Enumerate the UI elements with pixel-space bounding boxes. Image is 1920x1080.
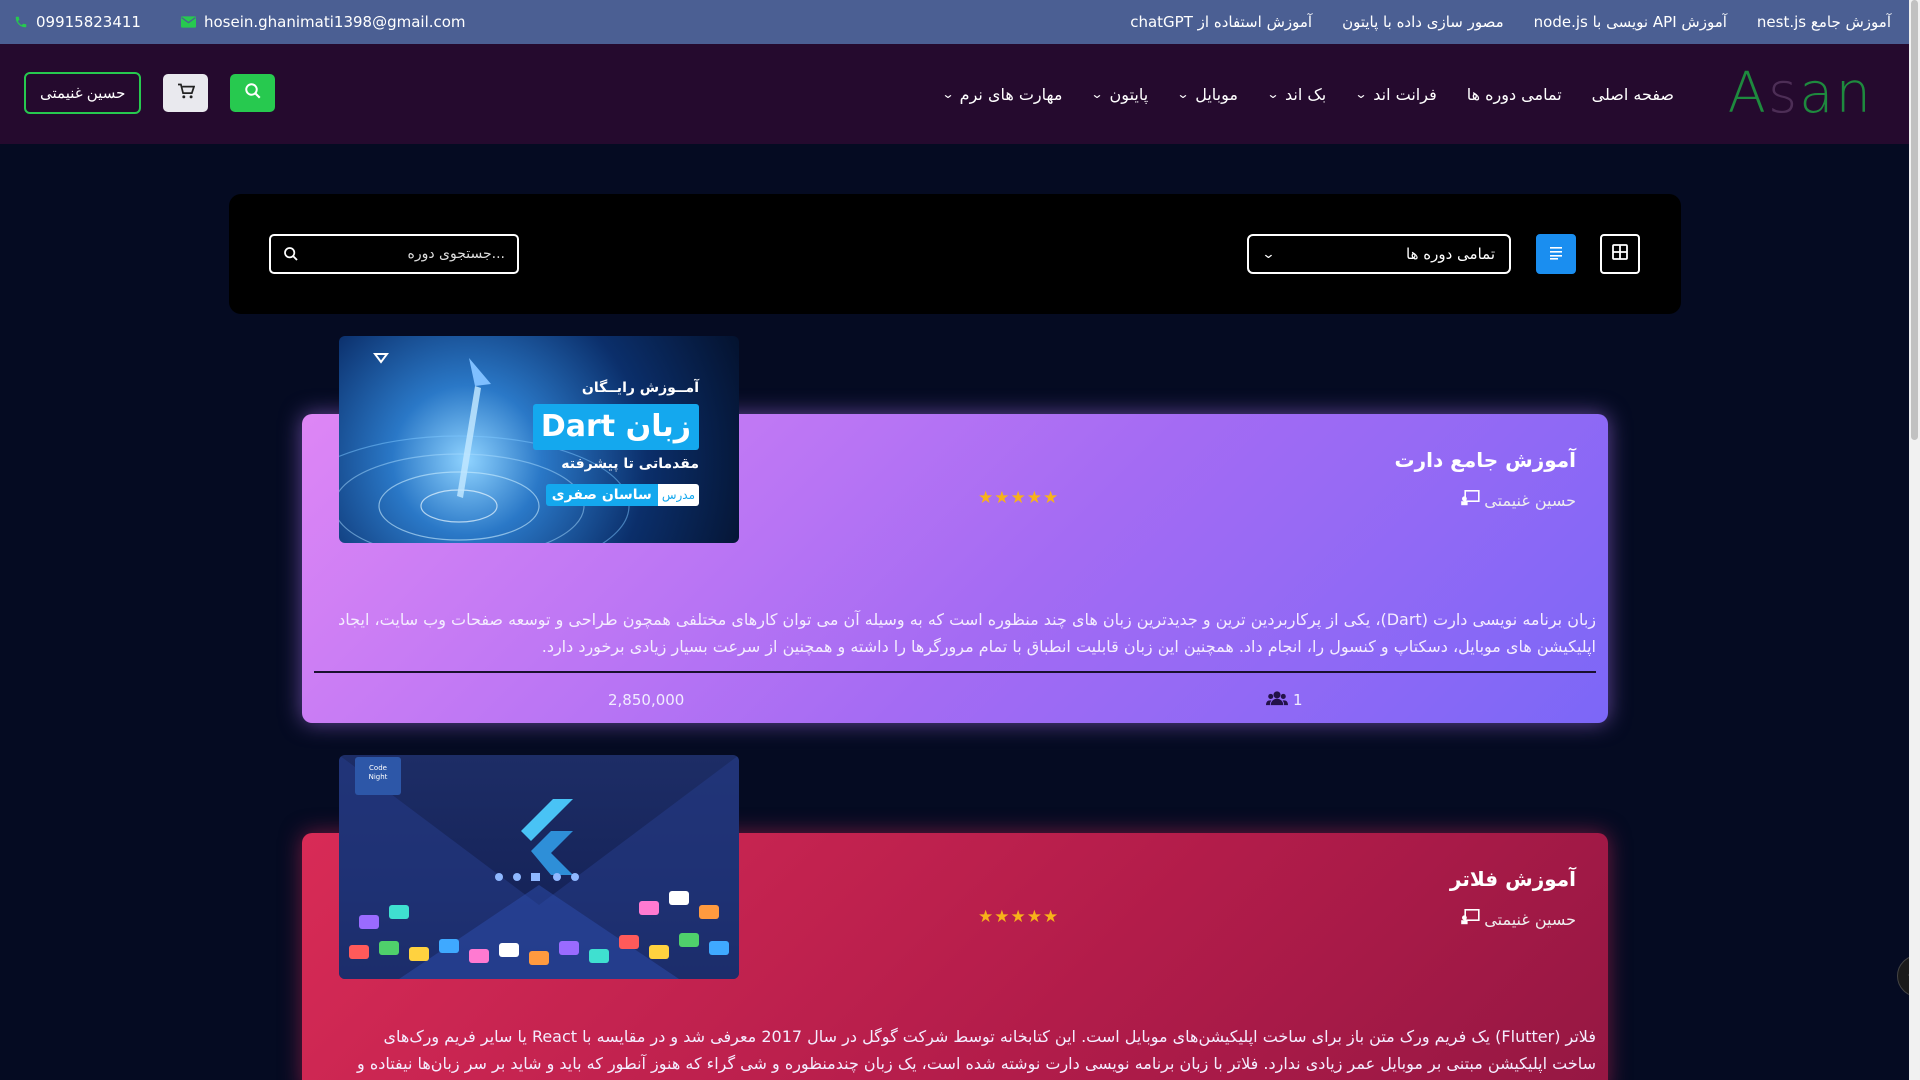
search-icon: [244, 82, 262, 104]
menu-item-label: پایتون: [1109, 84, 1149, 104]
menu-item-label: موبایل: [1195, 84, 1238, 104]
chevron-down-icon: ⌄: [1176, 87, 1190, 101]
nav-actions: حسین غنیمتی: [24, 72, 276, 114]
rating-stars: ★★★★★: [978, 488, 1060, 508]
course-thumbnail-dart[interactable]: آمــوزش رایــگان زبان Dart مقدماتی تا پی…: [339, 336, 739, 543]
course-description: فلاتر (Flutter) یک فریم ورک متن باز برای…: [357, 1027, 1596, 1073]
menu-item-label: بک اند: [1285, 84, 1327, 104]
menu-item-all-courses[interactable]: تمامی دوره ها: [1467, 85, 1562, 104]
menu-item-label: صفحه اصلی: [1591, 84, 1674, 104]
thumb-free-label: آمــوزش رایــگان: [581, 380, 699, 396]
course-description: زبان برنامه نویسی دارت (Dart)، یکی از پر…: [338, 610, 1596, 656]
email-contact[interactable]: hosein.ghanimati1398@gmail.com: [180, 13, 466, 31]
teacher-board-icon: [1460, 909, 1480, 929]
main-menu: صفحه اصلی تمامی دوره ها فرانت اند ⌄ بک ا…: [941, 44, 1674, 144]
phone-contact[interactable]: 09915823411: [14, 13, 141, 31]
list-view-button[interactable]: [1536, 234, 1576, 274]
teacher-board-icon: [1460, 490, 1480, 510]
top-link-node-api[interactable]: آموزش API نویسی با node.js: [1534, 13, 1727, 31]
rating-stars: ★★★★★: [978, 907, 1060, 927]
phone-icon: [14, 15, 28, 29]
chevron-down-icon: ⌄: [1354, 87, 1368, 101]
scrollbar-thumb[interactable]: [1911, 0, 1918, 440]
cart-button[interactable]: [163, 74, 209, 112]
chevron-down-icon: ⌄: [1261, 246, 1276, 262]
contact-info: 09915823411 hosein.ghanimati1398@gmail.c…: [14, 13, 466, 31]
chevron-down-icon: ⌄: [941, 87, 955, 101]
thumb-dart-title: زبان Dart: [532, 404, 699, 450]
users-icon: [1266, 690, 1288, 710]
menu-item-soft-skills[interactable]: مهارت های نرم ⌄: [941, 84, 1063, 104]
course-price: 2,850,000: [608, 691, 685, 709]
thumb-instructor-tag: مدرس ساسان صفری: [545, 484, 699, 506]
thumb-level-label: مقدماتی تا پیشرفته: [561, 456, 699, 472]
grid-icon: [1612, 244, 1628, 264]
course-thumbnail-flutter[interactable]: Code Night: [339, 755, 739, 979]
course-title[interactable]: آموزش فلاتر: [1450, 867, 1576, 891]
menu-item-backend[interactable]: بک اند ⌄: [1266, 84, 1327, 104]
search-placeholder: جستجوی دوره...: [407, 246, 506, 262]
menu-item-label: فرانت اند: [1373, 84, 1437, 104]
card-divider: [314, 671, 1596, 673]
grid-view-button[interactable]: [1600, 234, 1640, 274]
top-link-nestjs[interactable]: آموزش جامع nest.js: [1757, 13, 1891, 31]
course-search-input[interactable]: جستجوی دوره...: [269, 234, 519, 274]
course-teacher: حسین غنیمتی: [1460, 490, 1576, 510]
top-links: آموزش جامع nest.js آموزش API نویسی با no…: [1130, 13, 1891, 31]
teacher-name: حسین غنیمتی: [1484, 909, 1576, 929]
menu-item-python[interactable]: پایتون ⌄: [1090, 84, 1149, 104]
site-logo[interactable]: Asan: [1728, 62, 1873, 126]
menu-item-label: تمامی دوره ها: [1466, 84, 1562, 104]
badge-line-1: Code: [369, 764, 387, 772]
codenight-badge: Code Night: [355, 757, 401, 795]
thumb-instructor-label: مدرس: [657, 484, 699, 506]
teacher-name: حسین غنیمتی: [1484, 490, 1576, 510]
top-link-chatgpt[interactable]: آموزش استفاده از chatGPT: [1130, 13, 1312, 31]
category-selected-value: تمامی دوره ها: [1406, 245, 1495, 263]
main-navbar: Asan صفحه اصلی تمامی دوره ها فرانت اند ⌄…: [0, 44, 1909, 144]
course-title[interactable]: آموزش جامع دارت: [1394, 448, 1576, 472]
course-teacher: حسین غنیمتی: [1460, 909, 1576, 929]
phone-number: 09915823411: [36, 13, 141, 31]
student-count: 1: [1266, 690, 1303, 710]
cart-icon: [177, 83, 196, 103]
email-address: hosein.ghanimati1398@gmail.com: [203, 13, 466, 31]
nav-search-button[interactable]: [230, 74, 276, 112]
top-link-python-visualization[interactable]: مصور سازی داده با پایتون: [1342, 13, 1504, 31]
menu-item-home[interactable]: صفحه اصلی: [1592, 85, 1674, 104]
chevron-down-icon: ⌄: [1266, 87, 1280, 101]
course-filter-bar: جستجوی دوره... ⌄ تمامی دوره ها: [229, 194, 1681, 314]
menu-item-label: مهارت های نرم: [959, 84, 1063, 104]
user-name: حسین غنیمتی: [40, 85, 126, 102]
page-scrollbar[interactable]: [1909, 0, 1920, 1080]
category-select[interactable]: ⌄ تمامی دوره ها: [1247, 234, 1511, 274]
envelope-icon: [180, 16, 196, 28]
list-icon: [1548, 245, 1564, 264]
menu-item-mobile[interactable]: موبایل ⌄: [1176, 84, 1238, 104]
top-info-bar: 09915823411 hosein.ghanimati1398@gmail.c…: [0, 0, 1909, 44]
search-icon: [283, 246, 299, 262]
badge-line-2: Night: [368, 773, 388, 781]
thumb-instructor-name: ساسان صفری: [545, 484, 658, 506]
user-account-button[interactable]: حسین غنیمتی: [24, 72, 142, 114]
logo-text: Asan: [1727, 61, 1873, 126]
student-count-value: 1: [1293, 691, 1303, 709]
menu-item-frontend[interactable]: فرانت اند ⌄: [1354, 84, 1437, 104]
chevron-down-icon: ⌄: [1090, 87, 1105, 101]
